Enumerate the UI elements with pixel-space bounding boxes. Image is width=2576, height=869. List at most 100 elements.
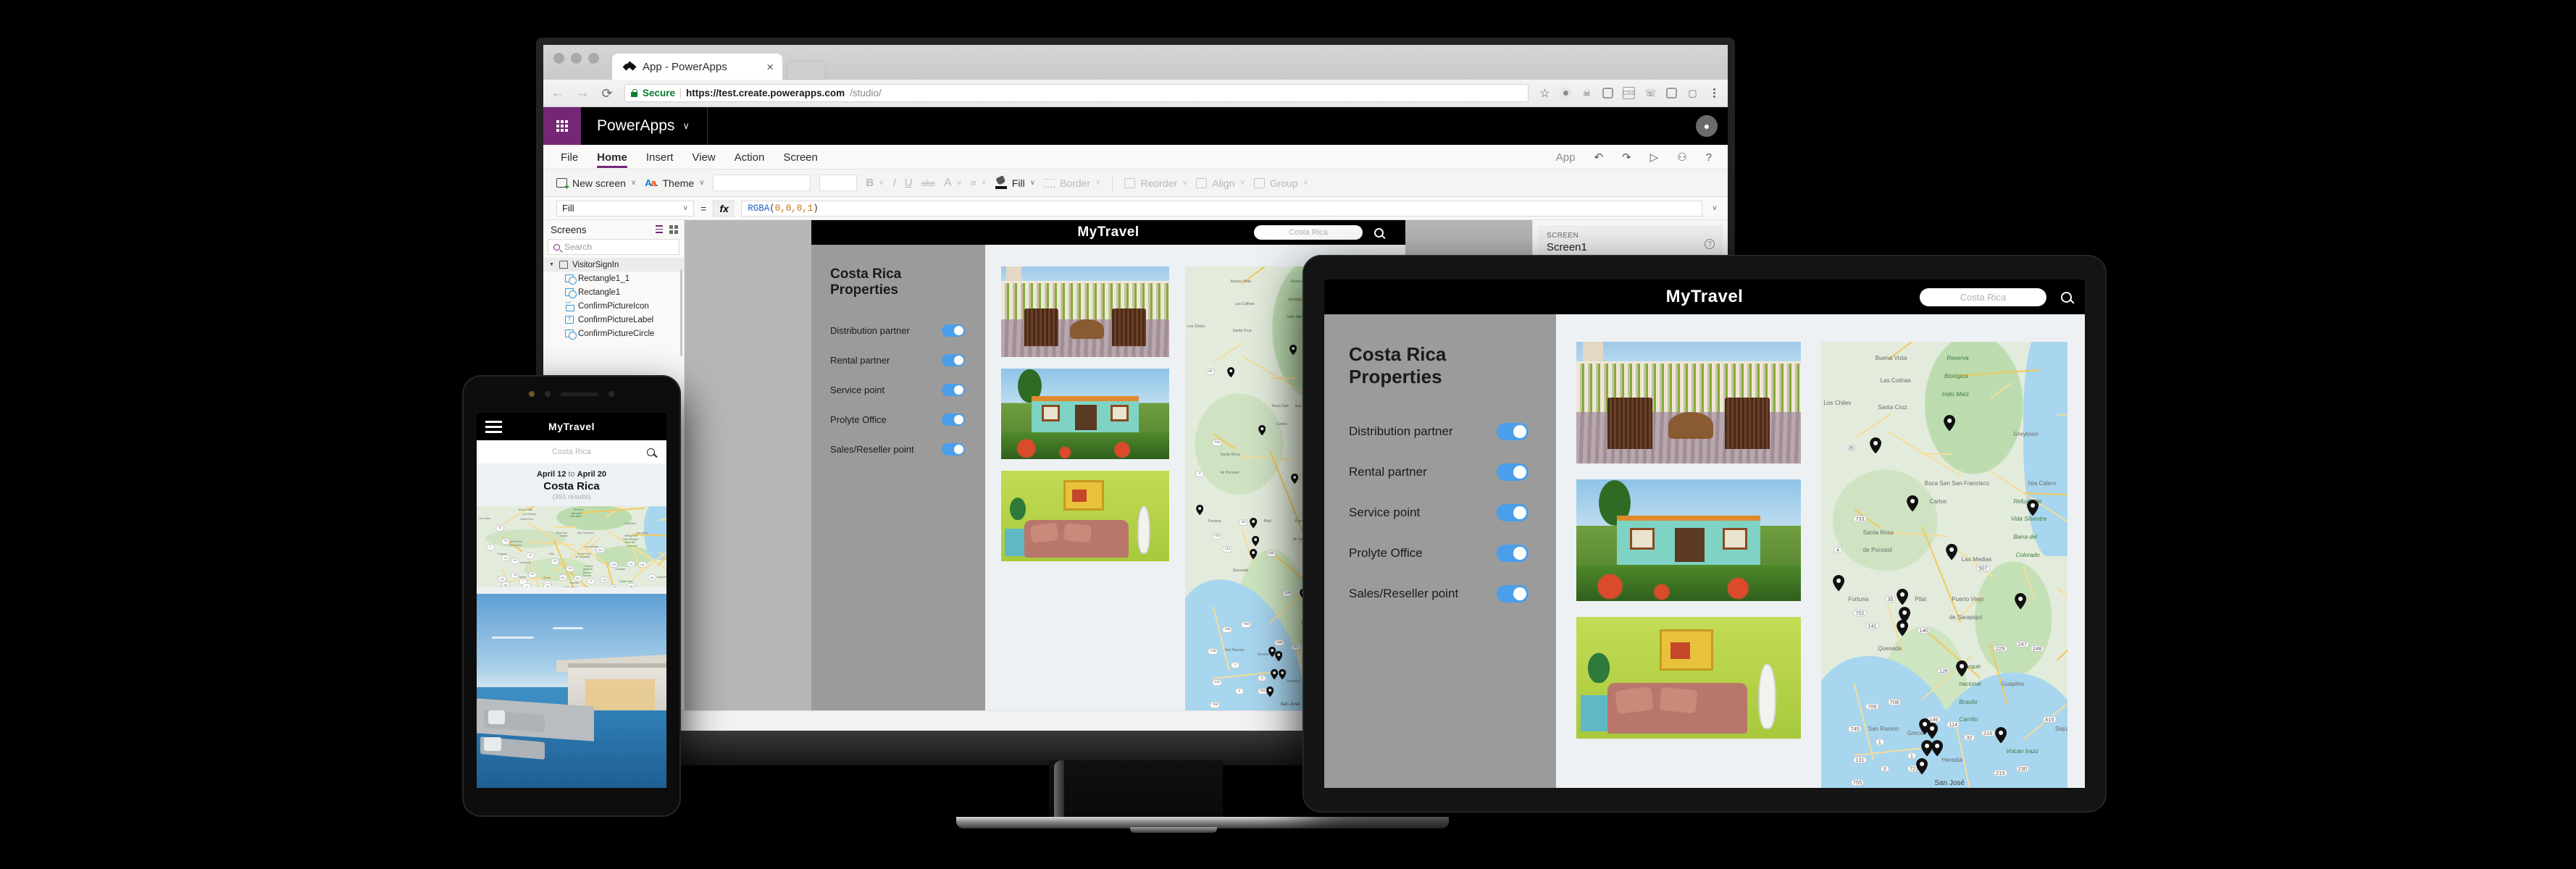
map-pin[interactable]: [1195, 504, 1204, 516]
hamburger-icon[interactable]: [485, 420, 502, 433]
green-cabin-photo[interactable]: [1576, 479, 1801, 601]
close-window-dot[interactable]: [553, 52, 564, 64]
toggle-row-service-point[interactable]: Service point: [1349, 504, 1529, 521]
toggle-switch[interactable]: [942, 324, 965, 337]
search-icon[interactable]: [647, 448, 658, 458]
toggle-switch[interactable]: [942, 443, 965, 456]
chevron-down-icon[interactable]: ∨: [1303, 179, 1308, 187]
deck-chairs-photo[interactable]: [1001, 266, 1169, 357]
map-pin[interactable]: [1250, 549, 1258, 560]
menu-item-file[interactable]: File: [561, 146, 578, 168]
map-pin[interactable]: [1289, 345, 1297, 356]
chevron-down-icon[interactable]: ∨: [1095, 179, 1100, 187]
toggle-switch[interactable]: [1497, 585, 1529, 603]
toggle-switch[interactable]: [1497, 545, 1529, 562]
toggle-row-rental-partner[interactable]: Rental partner: [830, 354, 965, 366]
chevron-down-icon[interactable]: ▼: [549, 262, 555, 267]
map-pin[interactable]: [1258, 424, 1266, 435]
powerapps-brand[interactable]: PowerApps ∨: [581, 117, 690, 135]
map-pin[interactable]: [1897, 588, 1909, 605]
browser-tab[interactable]: App - PowerApps ×: [612, 54, 782, 80]
maximize-window-dot[interactable]: [588, 52, 599, 64]
address-bar[interactable]: Secure https://test.create.powerapps.com…: [624, 84, 1529, 102]
toggle-switch[interactable]: [1497, 463, 1529, 481]
phone-search-input[interactable]: Costa Rica: [552, 448, 591, 456]
minimize-window-dot[interactable]: [571, 52, 582, 64]
chevron-down-icon[interactable]: ∨: [1182, 179, 1187, 187]
extension-circle-icon[interactable]: [1560, 88, 1571, 98]
extension-shield-icon[interactable]: [1602, 88, 1613, 98]
chevron-down-icon[interactable]: ∨: [1240, 179, 1245, 187]
play-preview-icon[interactable]: ▷: [1650, 146, 1659, 168]
chevron-down-icon[interactable]: ∨: [957, 179, 962, 187]
extension-ghost-icon[interactable]: ☠: [1581, 87, 1593, 99]
italic-button[interactable]: I: [893, 177, 896, 189]
map-pin[interactable]: [1943, 414, 1955, 432]
toggle-row-prolyte-office[interactable]: Prolyte Office: [830, 413, 965, 426]
forward-icon[interactable]: →: [575, 86, 590, 100]
search-icon[interactable]: [1374, 227, 1386, 239]
menu-item-insert[interactable]: Insert: [646, 146, 674, 168]
map-pin[interactable]: [1274, 651, 1282, 662]
tablet-app-screen[interactable]: MyTravel Costa Rica Costa Rica Propertie…: [1324, 280, 2085, 788]
toggle-row-sales-reseller-point[interactable]: Sales/Reseller point: [830, 443, 965, 456]
chevron-down-icon[interactable]: ∨: [1030, 179, 1035, 187]
fill-button[interactable]: Fill ∨: [995, 175, 1035, 189]
toggle-row-service-point[interactable]: Service point: [830, 384, 965, 396]
map-pin[interactable]: [1279, 668, 1287, 680]
menu-item-home[interactable]: Home: [597, 146, 627, 168]
toggle-switch[interactable]: [1497, 504, 1529, 521]
align-button[interactable]: Align ∨: [1196, 177, 1245, 189]
redo-icon[interactable]: ↷: [1622, 146, 1631, 168]
search-input[interactable]: Costa Rica: [1920, 287, 2046, 306]
toggle-row-rental-partner[interactable]: Rental partner: [1349, 463, 1529, 481]
phone-search-bar[interactable]: Costa Rica: [477, 440, 666, 463]
theme-button[interactable]: Aa. Theme ∨: [645, 177, 704, 189]
underline-button[interactable]: U: [905, 177, 913, 189]
map-pin[interactable]: [1226, 366, 1234, 378]
search-icon[interactable]: [2061, 291, 2075, 304]
chevron-down-icon[interactable]: ∨: [631, 179, 636, 187]
menu-item-view[interactable]: View: [692, 146, 715, 168]
tablet-app-search[interactable]: Costa Rica: [1920, 287, 2075, 306]
living-room-photo[interactable]: [1576, 617, 1801, 739]
chevron-down-icon[interactable]: ∨: [699, 179, 704, 187]
app-search[interactable]: Costa Rica: [1254, 225, 1386, 240]
border-button[interactable]: Border ∨: [1044, 177, 1100, 189]
tree-node-confirmpictureicon[interactable]: ConfirmPictureIcon: [543, 299, 684, 313]
property-select[interactable]: Fill ∨: [556, 200, 694, 217]
strikethrough-button[interactable]: abc: [921, 178, 935, 188]
bold-button[interactable]: B ∨: [866, 177, 884, 189]
phone-map[interactable]: Buena Vista Las Colinas Santa Cruz Los Chil…: [477, 506, 666, 587]
map-pin[interactable]: [1291, 473, 1299, 484]
font-family-select[interactable]: [713, 175, 811, 191]
extension-camera-icon[interactable]: ☏: [1644, 87, 1657, 99]
extension-rp-icon[interactable]: [1666, 88, 1677, 98]
formula-input[interactable]: RGBA(0,0,0,1): [741, 200, 1702, 217]
green-cabin-photo[interactable]: [1001, 369, 1169, 459]
toggle-row-prolyte-office[interactable]: Prolyte Office: [1349, 545, 1529, 562]
map-pin[interactable]: [1946, 544, 1958, 561]
map-pin[interactable]: [1266, 687, 1274, 697]
map-pin[interactable]: [1897, 620, 1909, 637]
map-pin[interactable]: [1869, 437, 1881, 453]
tree-node-confirmpicturelabel[interactable]: T ConfirmPictureLabel: [543, 313, 684, 327]
group-button[interactable]: Group ∨: [1253, 177, 1308, 189]
waffle-icon[interactable]: [543, 107, 581, 145]
map-pin[interactable]: [2015, 593, 2027, 610]
extension-cube-icon[interactable]: ▢: [1686, 87, 1699, 99]
share-user-icon[interactable]: ⚇: [1677, 146, 1686, 168]
toggle-switch[interactable]: [942, 413, 965, 426]
tree-node-root[interactable]: ▼ VisitorSignIn: [543, 258, 684, 272]
toggle-row-distribution-partner[interactable]: Distribution partner: [830, 324, 965, 337]
map-pin[interactable]: [1931, 740, 1943, 757]
window-traffic-lights[interactable]: [553, 45, 599, 80]
map-pin[interactable]: [1995, 726, 2007, 744]
toggle-switch[interactable]: [942, 384, 965, 396]
phone-app-screen[interactable]: MyTravel Costa Rica April 12 to April 20…: [477, 413, 666, 788]
map-pin[interactable]: [1832, 575, 1844, 592]
formula-expand-icon[interactable]: ∨: [1709, 204, 1720, 212]
map-pin[interactable]: [1955, 660, 1967, 676]
extension-css-icon[interactable]: CSS: [1623, 87, 1635, 99]
map-pin[interactable]: [1906, 495, 1918, 512]
